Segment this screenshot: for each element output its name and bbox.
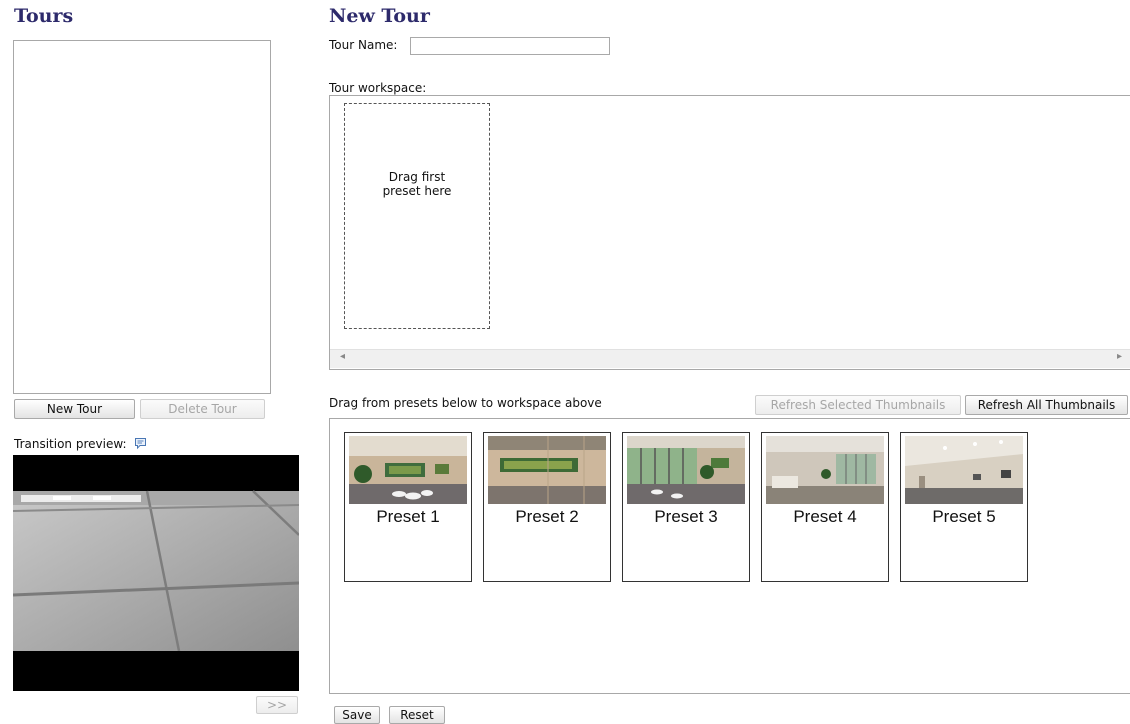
preset-thumbnail xyxy=(349,436,467,504)
tour-workspace-label: Tour workspace: xyxy=(329,81,427,95)
preset-thumbnail xyxy=(766,436,884,504)
scroll-right-icon[interactable]: ▸ xyxy=(1117,351,1122,362)
transition-preview-label: Transition preview: xyxy=(14,437,147,453)
tour-workspace[interactable]: Drag first preset here ◂ ▸ xyxy=(329,95,1130,370)
next-transition-button[interactable]: >> xyxy=(256,696,298,714)
new-tour-button[interactable]: New Tour xyxy=(14,399,135,419)
preset-card[interactable]: Preset 1 xyxy=(344,432,472,582)
preset-thumbnail xyxy=(627,436,745,504)
speech-bubble-icon[interactable] xyxy=(134,437,147,453)
workspace-scrollbar[interactable]: ◂ ▸ xyxy=(330,349,1130,368)
tour-name-input[interactable] xyxy=(410,37,610,55)
preset-label: Preset 5 xyxy=(932,507,996,526)
drop-target[interactable]: Drag first preset here xyxy=(344,103,490,329)
preset-thumbnail xyxy=(905,436,1023,504)
preset-card[interactable]: Preset 2 xyxy=(483,432,611,582)
tours-title: Tours xyxy=(14,5,74,27)
preset-label: Preset 4 xyxy=(793,507,857,526)
refresh-selected-button[interactable]: Refresh Selected Thumbnails xyxy=(755,395,961,415)
preset-card[interactable]: Preset 5 xyxy=(900,432,1028,582)
reset-button[interactable]: Reset xyxy=(389,706,445,724)
tours-list[interactable] xyxy=(13,40,271,394)
presets-instruction: Drag from presets below to workspace abo… xyxy=(329,396,602,410)
preset-card[interactable]: Preset 4 xyxy=(761,432,889,582)
delete-tour-button[interactable]: Delete Tour xyxy=(140,399,265,419)
transition-preview-video xyxy=(12,455,300,691)
ceiling-tiles-image xyxy=(12,490,300,691)
preset-label: Preset 1 xyxy=(376,507,440,526)
scroll-left-icon[interactable]: ◂ xyxy=(340,351,345,362)
transition-preview-text: Transition preview: xyxy=(14,437,127,451)
tour-name-label: Tour Name: xyxy=(329,38,398,52)
refresh-all-button[interactable]: Refresh All Thumbnails xyxy=(965,395,1128,415)
save-button[interactable]: Save xyxy=(334,706,380,724)
presets-panel[interactable]: Preset 1 Preset 2 Preset 3 Preset 4 Pres… xyxy=(329,418,1130,694)
preset-thumbnail xyxy=(488,436,606,504)
preset-label: Preset 2 xyxy=(515,507,579,526)
new-tour-title: New Tour xyxy=(329,5,430,27)
preset-card[interactable]: Preset 3 xyxy=(622,432,750,582)
preset-label: Preset 3 xyxy=(654,507,718,526)
drop-hint: Drag first preset here xyxy=(382,170,452,198)
